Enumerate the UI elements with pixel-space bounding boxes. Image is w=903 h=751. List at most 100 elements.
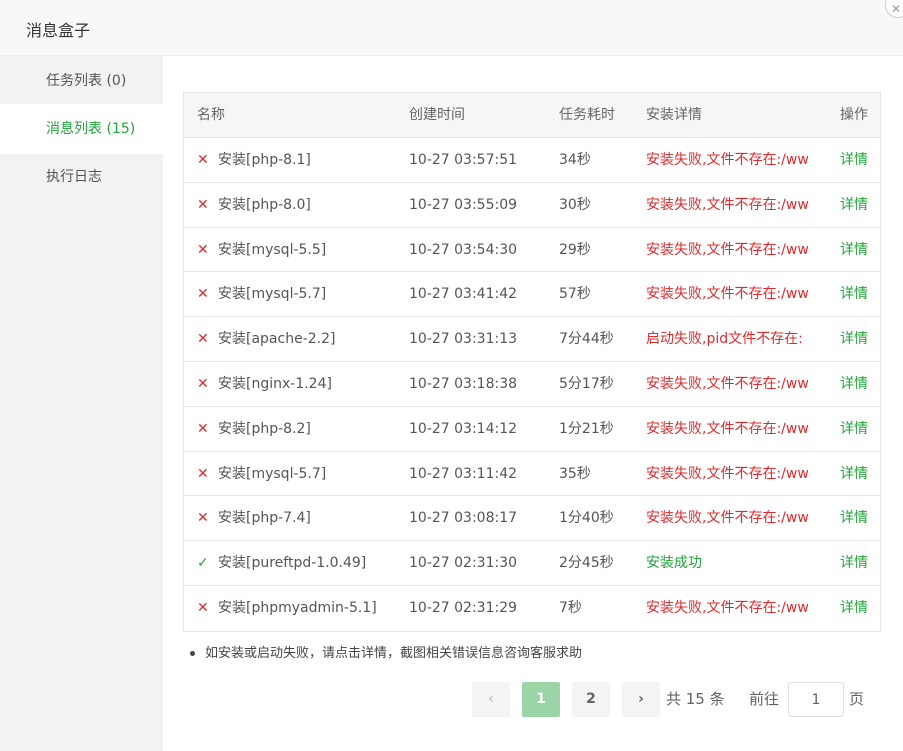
cell-time: 10-27 02:31:30 (409, 555, 518, 572)
header-name: 名称 (197, 107, 225, 123)
cell-detail: 安装失败,文件不存在:/ww (646, 599, 809, 616)
cell-name: ✕ 安装[php-7.4] (197, 496, 407, 540)
cross-icon: ✕ (197, 420, 209, 437)
cell-detail: 安装失败,文件不存在:/ww (646, 152, 809, 168)
cell-duration: 35秒 (559, 465, 591, 482)
cell-name: ✕ 安装[apache-2.2] (197, 317, 407, 361)
header-detail: 安装详情 (646, 107, 702, 123)
cell-name: ✕ 安装[php-8.1] (197, 138, 407, 182)
cross-icon: ✕ (197, 599, 209, 616)
cell-duration: 7秒 (559, 599, 582, 616)
task-name: 安装[php-8.0] (218, 196, 311, 213)
page-button-1[interactable]: 1 (522, 682, 560, 717)
cell-name: ✕ 安装[nginx-1.24] (197, 362, 407, 406)
cell-time: 10-27 03:57:51 (409, 152, 518, 168)
goto-page-input[interactable] (788, 682, 844, 717)
chevron-left-icon: ‹ (488, 691, 494, 707)
cell-time: 10-27 03:31:13 (409, 331, 518, 348)
cell-detail: 安装失败,文件不存在:/ww (646, 465, 809, 482)
cell-detail: 安装成功 (646, 555, 702, 572)
cell-duration: 29秒 (559, 241, 591, 258)
table-row: ✕ 安装[apache-2.2] 10-27 03:31:13 7分44秒 启动失败,p… (184, 317, 880, 362)
cell-time: 10-27 03:14:12 (409, 420, 518, 437)
cell-detail: 安装失败,文件不存在:/ww (646, 375, 809, 392)
next-page-button[interactable]: › (622, 682, 660, 717)
cell-duration: 57秒 (559, 286, 591, 303)
table-header: 名称 创建时间 任务耗时 安装详情 操作 (184, 93, 880, 138)
task-name: 安装[nginx-1.24] (218, 375, 332, 392)
cell-duration: 5分17秒 (559, 375, 614, 392)
task-name: 安装[mysql-5.7] (218, 465, 327, 482)
cell-name: ✓ 安装[pureftpd-1.0.49] (197, 541, 407, 585)
cell-duration: 1分40秒 (559, 510, 614, 527)
task-name: 安装[php-7.4] (218, 510, 311, 527)
task-name: 安装[phpmyadmin-5.1] (218, 599, 377, 616)
detail-link[interactable]: 详情 (840, 317, 876, 361)
bullet-dot (190, 651, 195, 656)
sidebar-item-task-list[interactable]: 任务列表 (0) (0, 56, 163, 106)
table-row: ✕ 安装[php-8.2] 10-27 03:14:12 1分21秒 安装失败,文件不存… (184, 407, 880, 452)
table-row: ✕ 安装[php-8.1] 10-27 03:57:51 34秒 安装失败,文件不存在:… (184, 138, 880, 183)
detail-link[interactable]: 详情 (840, 138, 876, 182)
chevron-right-icon: › (638, 691, 644, 707)
page-suffix: 页 (849, 690, 865, 708)
detail-link[interactable]: 详情 (840, 452, 876, 496)
table-body: ✕ 安装[php-8.1] 10-27 03:57:51 34秒 安装失败,文件不存在:… (184, 138, 880, 631)
detail-link[interactable]: 详情 (840, 272, 876, 316)
detail-link[interactable]: 详情 (840, 362, 876, 406)
check-icon: ✓ (197, 555, 209, 572)
detail-link[interactable]: 详情 (840, 541, 876, 585)
detail-link[interactable]: 详情 (840, 586, 876, 630)
cross-icon: ✕ (197, 331, 209, 348)
cell-detail: 安装失败,文件不存在:/ww (646, 196, 809, 213)
cell-duration: 34秒 (559, 152, 591, 168)
cell-time: 10-27 03:08:17 (409, 510, 518, 527)
sidebar-item-execution-log[interactable]: 执行日志 (0, 152, 163, 202)
table-row: ✓ 安装[pureftpd-1.0.49] 10-27 02:31:30 2分45秒 安… (184, 541, 880, 586)
cell-time: 10-27 02:31:29 (409, 599, 518, 616)
cell-time: 10-27 03:54:30 (409, 241, 518, 258)
cell-detail: 安装失败,文件不存在:/ww (646, 286, 809, 303)
table-row: ✕ 安装[mysql-5.5] 10-27 03:54:30 29秒 安装失败,文件不存… (184, 228, 880, 273)
header-op: 操作 (840, 107, 868, 123)
cross-icon: ✕ (197, 241, 209, 258)
cell-time: 10-27 03:55:09 (409, 196, 518, 213)
dialog-header: 消息盒子 (0, 0, 903, 56)
detail-link[interactable]: 详情 (840, 407, 876, 451)
detail-link[interactable]: 详情 (840, 496, 876, 540)
sidebar-item-message-list[interactable]: 消息列表 (15) (0, 104, 163, 154)
cell-name: ✕ 安装[mysql-5.5] (197, 228, 407, 272)
table-row: ✕ 安装[php-7.4] 10-27 03:08:17 1分40秒 安装失败,文件不存… (184, 496, 880, 542)
help-tip-text: 如安装或启动失败，请点击详情，截图相关错误信息咨询客服求助 (205, 646, 583, 661)
task-name: 安装[php-8.2] (218, 420, 311, 437)
cross-icon: ✕ (197, 375, 209, 392)
cell-detail: 安装失败,文件不存在:/ww (646, 241, 809, 258)
page-button-2[interactable]: 2 (572, 682, 610, 717)
prev-page-button[interactable]: ‹ (472, 682, 510, 717)
cell-detail: 启动失败,pid文件不存在: (646, 331, 803, 348)
task-name: 安装[apache-2.2] (218, 331, 336, 348)
task-name: 安装[php-8.1] (218, 152, 311, 168)
table-row: ✕ 安装[php-8.0] 10-27 03:55:09 30秒 安装失败,文件不存在:… (184, 183, 880, 228)
message-box-dialog: 消息盒子 ✕ 任务列表 (0) 消息列表 (15) 执行日志 名称 创建时间 任… (0, 0, 903, 751)
total-count: 共 15 条 (666, 690, 725, 708)
cell-name: ✕ 安装[php-8.2] (197, 407, 407, 451)
detail-link[interactable]: 详情 (840, 183, 876, 227)
task-name: 安装[mysql-5.5] (218, 241, 327, 258)
close-icon: ✕ (891, 2, 902, 16)
task-name: 安装[pureftpd-1.0.49] (218, 555, 367, 572)
cell-name: ✕ 安装[mysql-5.7] (197, 272, 407, 316)
cell-detail: 安装失败,文件不存在:/ww (646, 420, 809, 437)
goto-label: 前往 (749, 690, 780, 708)
cell-duration: 7分44秒 (559, 331, 614, 348)
cross-icon: ✕ (197, 510, 209, 527)
detail-link[interactable]: 详情 (840, 228, 876, 272)
cell-duration: 30秒 (559, 196, 591, 213)
cell-name: ✕ 安装[php-8.0] (197, 183, 407, 227)
cell-duration: 2分45秒 (559, 555, 614, 572)
cell-name: ✕ 安装[mysql-5.7] (197, 452, 407, 496)
cell-duration: 1分21秒 (559, 420, 614, 437)
cross-icon: ✕ (197, 286, 209, 303)
header-time: 创建时间 (409, 107, 465, 123)
message-table: 名称 创建时间 任务耗时 安装详情 操作 ✕ 安装[php-8.1] 10-27 0… (183, 92, 881, 632)
